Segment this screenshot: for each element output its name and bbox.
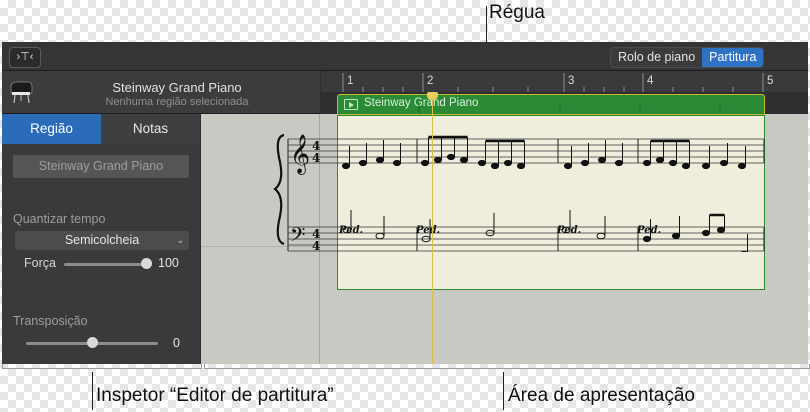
strength-slider[interactable] [64, 263, 150, 266]
grand-staff-brace [273, 133, 285, 246]
treble-staff-lines [288, 138, 764, 164]
ruler[interactable]: 1 2 3 4 5 [321, 71, 808, 92]
midi-region-header[interactable]: Steinway Grand Piano [337, 94, 765, 115]
region-name-field[interactable]: Steinway Grand Piano [13, 155, 189, 178]
pedal-mark: Ped. [416, 225, 441, 236]
ruler-bar-1: 1 [347, 75, 353, 87]
bass-clef-icon: 𝄢 [290, 223, 305, 251]
ruler-callout: Régua [489, 2, 545, 23]
grand-piano-icon [10, 81, 33, 104]
ruler-bar-3: 3 [568, 75, 574, 87]
playhead[interactable] [432, 94, 433, 364]
quantize-label: Quantizar tempo [13, 212, 106, 226]
ruler-ticks [342, 73, 764, 92]
display-area-callout-line [503, 372, 504, 410]
ruler-bar-2: 2 [427, 75, 433, 87]
score-editor-inspector: Região Notas Steinway Grand Piano Quanti… [2, 114, 200, 364]
filter-icon: ›⊤‹ [16, 51, 34, 63]
treble-clef-icon: 𝄞 [290, 134, 310, 175]
pedal-mark: Ped. [557, 225, 582, 236]
pedal-mark: Ped. [339, 225, 364, 236]
tab-region[interactable]: Região [2, 114, 101, 144]
piano-roll-button[interactable]: Rolo de piano [611, 48, 703, 67]
transpose-value[interactable]: 0 [173, 336, 180, 350]
instrument-name: Steinway Grand Piano [112, 80, 242, 95]
strength-label: Força [24, 256, 56, 270]
editor-toolbar: ›⊤‹ Rolo de piano Partitura [2, 42, 808, 71]
filter-button[interactable]: ›⊤‹ [9, 47, 41, 68]
selection-status: Nenhuma região selecionada [105, 96, 249, 108]
quantize-select[interactable]: Semicolcheia ⌄ [15, 231, 189, 250]
playhead-handle[interactable] [427, 92, 438, 100]
inspector-tabs: Região Notas [2, 114, 200, 144]
inspector-callout: Inspetor “Editor de partitura” [96, 385, 334, 406]
display-area-bracket [204, 364, 810, 369]
chevron-down-icon: ⌄ [176, 235, 184, 245]
transpose-slider-knob[interactable] [86, 337, 98, 348]
bass-time-bottom: 4 [312, 239, 320, 252]
treble-time-bottom: 4 [312, 151, 320, 165]
track-header: Steinway Grand Piano Nenhuma região sele… [2, 71, 320, 114]
strength-slider-knob[interactable] [141, 258, 152, 269]
bass-notes [342, 210, 748, 252]
view-mode-switch: Rolo de piano Partitura [610, 47, 765, 68]
quantize-value: Semicolcheia [64, 233, 140, 247]
region-beat-markers [418, 105, 721, 114]
score-editor-window: ›⊤‹ Rolo de piano Partitura Steinway Gra… [2, 42, 808, 364]
ruler-bar-4: 4 [647, 75, 654, 87]
strength-value[interactable]: 100 [158, 256, 179, 270]
transpose-label: Transposição [13, 314, 88, 328]
treble-notes [341, 135, 747, 170]
tab-notes[interactable]: Notas [101, 114, 200, 144]
pedal-mark: Ped. [637, 225, 662, 236]
ruler-bar-5: 5 [767, 75, 773, 87]
inspector-callout-line [92, 372, 93, 410]
display-area-callout: Área de apresentação [508, 385, 695, 406]
inspector-bracket [2, 364, 202, 369]
score-button[interactable]: Partitura [702, 48, 764, 67]
